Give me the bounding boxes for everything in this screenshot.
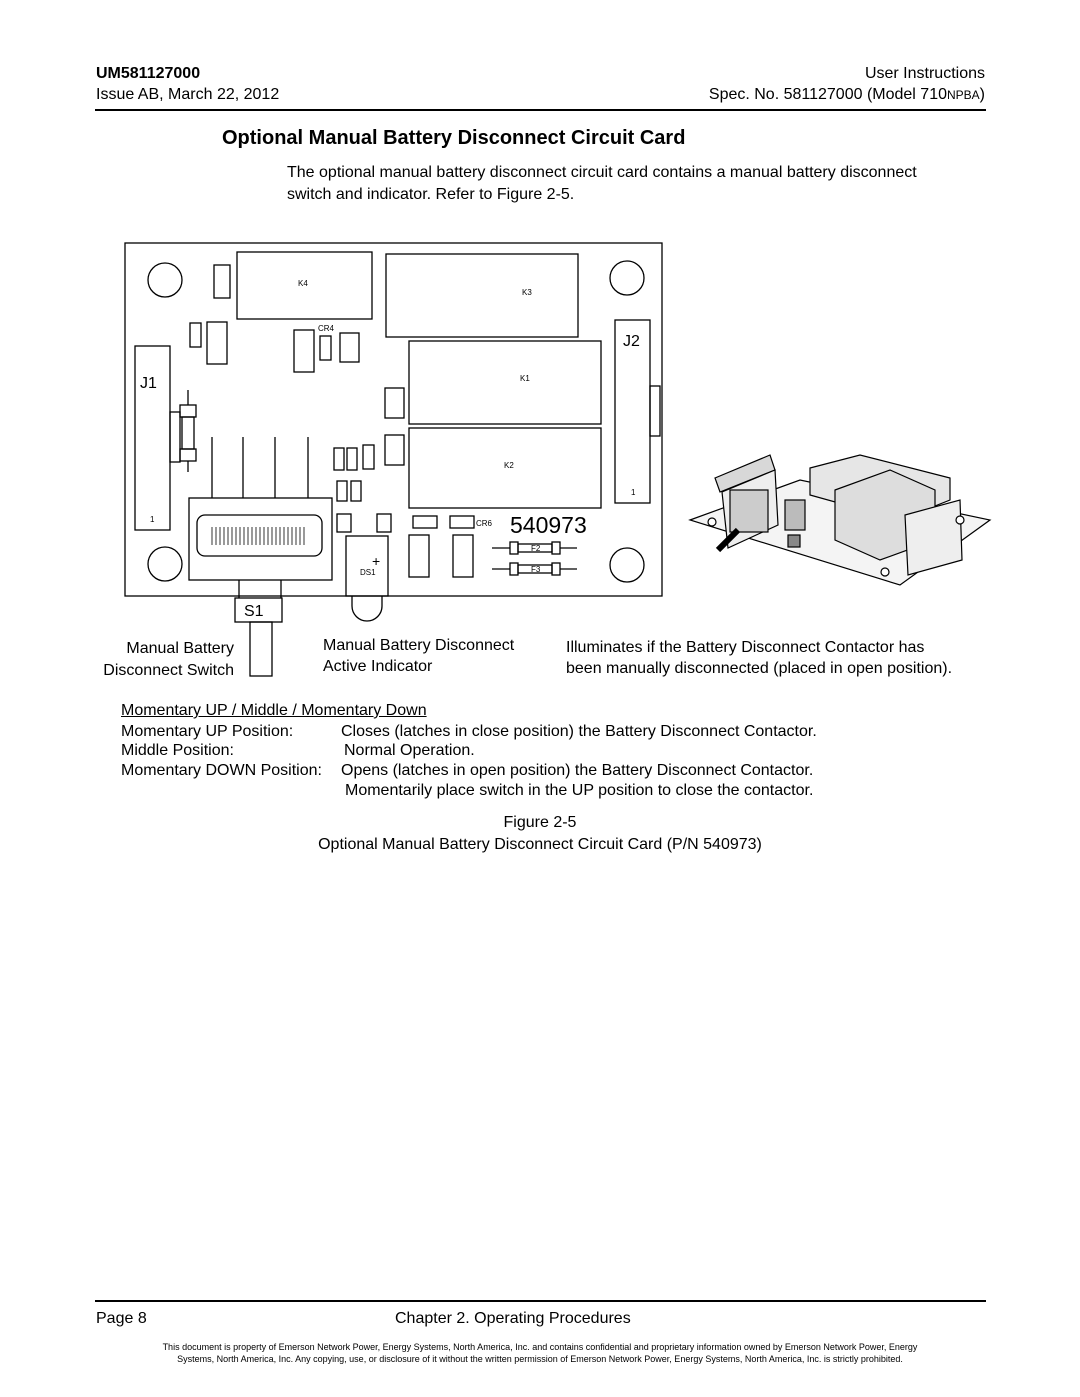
label-pin1-j2: 1 [631, 488, 636, 497]
legal-line-2: Systems, North America, Inc. Any copying… [177, 1354, 903, 1364]
chapter-title: Chapter 2. Operating Procedures [395, 1310, 631, 1327]
label-j2: J2 [623, 333, 640, 350]
callout-switch-line1: Manual Battery [126, 640, 234, 657]
position-text-middle: Normal Operation. [344, 742, 475, 759]
callout-desc-line1: Illuminates if the Battery Disconnect Co… [566, 639, 925, 656]
connector-j1 [134, 345, 171, 531]
positions-heading: Momentary UP / Middle / Momentary Down [121, 702, 427, 719]
label-s1: S1 [244, 603, 264, 620]
figure-number: Figure 2-5 [503, 814, 577, 831]
circuit-card-photo [688, 454, 992, 586]
label-k3: K3 [522, 288, 532, 297]
figure-caption: Optional Manual Battery Disconnect Circu… [318, 836, 762, 853]
mount-hole [609, 260, 645, 296]
position-label-down: Momentary DOWN Position: [121, 762, 322, 779]
legal-line-1: This document is property of Emerson Net… [162, 1342, 918, 1352]
label-j1: J1 [140, 375, 157, 392]
label-k1: K1 [520, 374, 530, 383]
label-k2: K2 [504, 461, 514, 470]
position-text-down: Opens (latches in open position) the Bat… [341, 762, 814, 779]
mount-hole [147, 546, 183, 582]
circuit-card-diagram: K4 K3 K1 K2 CR4 CR6 F2 F3 DS1 1 1 + J1 J… [124, 242, 992, 677]
label-pin1: 1 [150, 515, 155, 524]
position-label-middle: Middle Position: [121, 742, 234, 759]
label-ds1: DS1 [360, 568, 376, 577]
label-f2: F2 [531, 544, 541, 553]
callout-desc-line2: been manually disconnected (placed in op… [566, 660, 953, 677]
board-outline [124, 242, 663, 597]
indicator-ds1 [345, 535, 389, 597]
positions-note: Momentarily place switch in the UP posit… [345, 782, 814, 799]
mount-hole [609, 547, 645, 583]
label-k4: K4 [298, 279, 308, 288]
switch-body [188, 497, 333, 581]
board-number: 540973 [510, 512, 587, 538]
callout-switch-line2: Disconnect Switch [103, 662, 234, 679]
label-f3: F3 [531, 565, 541, 574]
toggle-lever [249, 621, 273, 677]
page-number: Page 8 [96, 1310, 147, 1327]
footer-rule [95, 1300, 986, 1302]
label-cr6: CR6 [476, 519, 493, 528]
relay-k1 [408, 340, 602, 425]
relay-k3 [385, 253, 579, 338]
callout-indicator-line1: Manual Battery Disconnect [323, 637, 515, 654]
callout-indicator-line2: Active Indicator [323, 658, 433, 675]
label-cr4: CR4 [318, 324, 335, 333]
mount-hole [147, 262, 183, 298]
label-plus: + [372, 553, 380, 569]
